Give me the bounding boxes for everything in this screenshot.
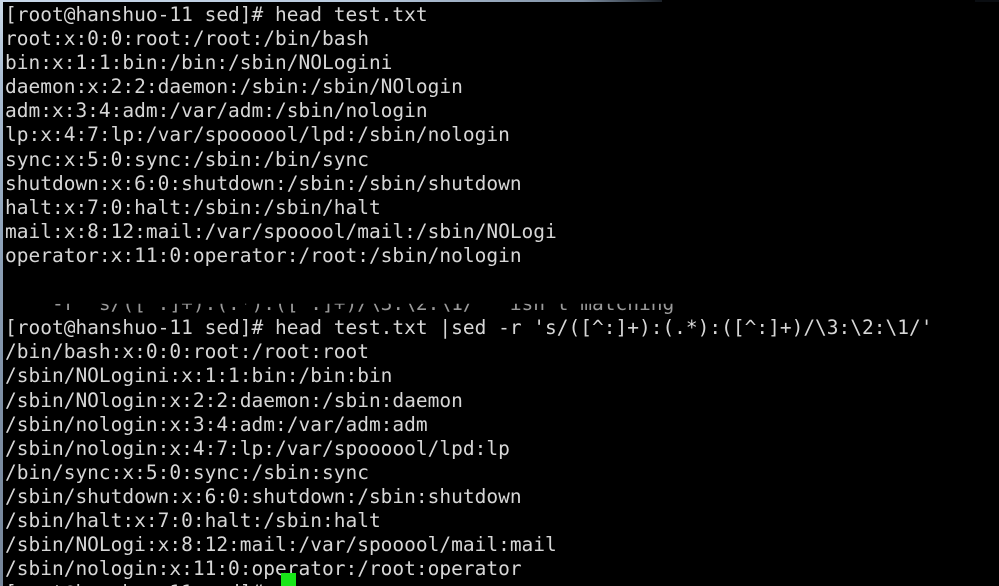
terminal-line-prompt: [root@hanshuo-11 sed]# head test.txt bbox=[5, 3, 428, 26]
window-border-right bbox=[975, 0, 999, 2]
terminal-line-render-artifact: [root@hanshuo-11 sed]# head test.txt |se… bbox=[3, 268, 999, 292]
terminal-screen[interactable]: [root@hanshuo-11 sed]# head test.txt roo… bbox=[3, 0, 999, 586]
window-border-top bbox=[0, 0, 662, 2]
terminal-line-output: /sbin/halt:x:7:0:halt:/sbin:halt bbox=[5, 508, 381, 532]
terminal-line-output: operator:x:11:0:operator:/root:/sbin/nol… bbox=[5, 243, 522, 267]
terminal-line-output: halt:x:7:0:halt:/sbin:/sbin/halt bbox=[5, 195, 381, 219]
terminal-line-output: /sbin/nologin:x:11:0:operator:/root:oper… bbox=[5, 557, 522, 581]
terminal-line-output: /sbin/nologin:x:4:7:lp:/var/spoooool/lpd… bbox=[5, 436, 510, 460]
terminal-line-output: /bin/bash:x:0:0:root:/root:root bbox=[5, 340, 369, 364]
terminal-line-output: lp:x:4:7:lp:/var/spoooool/lpd:/sbin/nolo… bbox=[5, 123, 510, 147]
terminal-line-output: bin:x:1:1:bin:/bin:/sbin/NOLogini bbox=[5, 51, 393, 75]
terminal-cursor bbox=[281, 573, 296, 586]
terminal-line-output: daemon:x:2:2:daemon:/sbin:/sbin/NOlogin bbox=[5, 75, 463, 99]
terminal-window[interactable]: [root@hanshuo-11 sed]# head test.txt roo… bbox=[0, 0, 999, 586]
terminal-line-output: /sbin/NOlogin:x:2:2:daemon:/sbin:daemon bbox=[5, 388, 463, 412]
terminal-line-output: /bin/sync:x:5:0:sync:/sbin:sync bbox=[5, 460, 369, 484]
terminal-line-output: adm:x:3:4:adm:/var/adm:/sbin/nologin bbox=[5, 99, 428, 123]
terminal-line-output: /sbin/NOLogini:x:1:1:bin:/bin:bin bbox=[5, 364, 393, 388]
terminal-line-output: shutdown:x:6:0:shutdown:/sbin:/sbin/shut… bbox=[5, 171, 522, 195]
terminal-line-prompt: [root@hanshuo-11 sed]# head test.txt |se… bbox=[5, 316, 933, 340]
terminal-line-output: sync:x:5:0:sync:/sbin:/bin/sync bbox=[5, 147, 369, 171]
terminal-line-prompt-active: [root@hanshuo-11 sed]# bbox=[3, 581, 999, 586]
terminal-line-output: /sbin/shutdown:x:6:0:shutdown:/sbin:shut… bbox=[5, 484, 522, 508]
artifact-ghost-text: -r 's/([^:]+):(.*):([^:]+)/\3:\2:\1/' is… bbox=[5, 292, 675, 316]
terminal-line-render-artifact: -r 's/([^:]+):(.*):([^:]+)/\3:\2:\1/' is… bbox=[3, 292, 999, 316]
terminal-line-output: /sbin/NOLogi:x:8:12:mail:/var/spooool/ma… bbox=[5, 533, 557, 557]
terminal-line-output: mail:x:8:12:mail:/var/spooool/mail:/sbin… bbox=[5, 219, 557, 243]
terminal-line-output: /sbin/nologin:x:3:4:adm:/var/adm:adm bbox=[5, 412, 428, 436]
window-border-left bbox=[0, 0, 3, 586]
terminal-line-output: root:x:0:0:root:/root:/bin/bash bbox=[5, 27, 369, 51]
